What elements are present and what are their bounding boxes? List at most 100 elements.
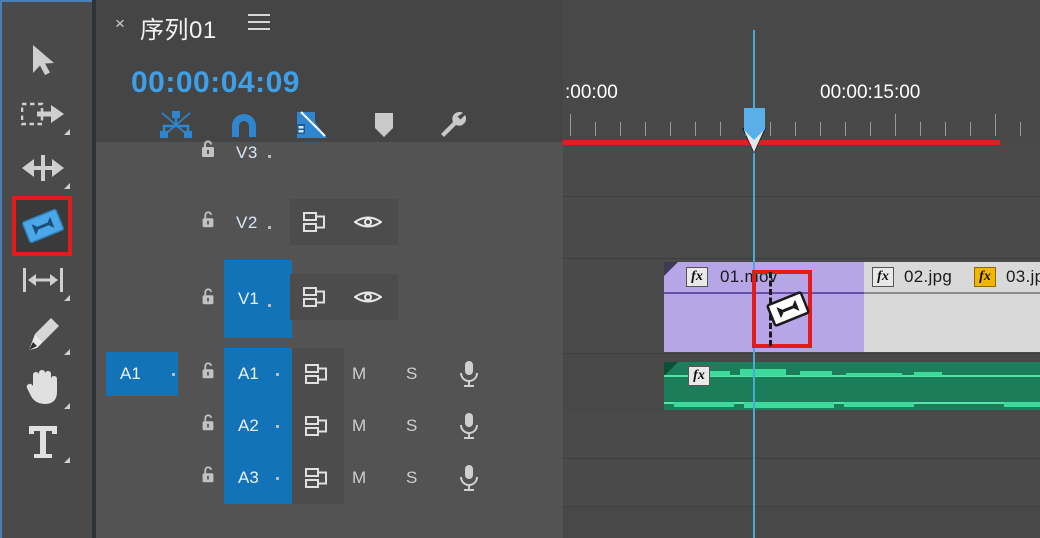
timeline-row-a3[interactable] [563, 459, 1040, 507]
tool-expand-corner-icon [64, 183, 70, 189]
hamburger-menu-icon[interactable] [248, 14, 270, 32]
track-header-a1[interactable]: A1 A1 M S [96, 348, 563, 400]
selection-tool[interactable] [10, 34, 76, 86]
track-target-a1[interactable]: A1 [224, 348, 292, 400]
solo-button-a3[interactable]: S [406, 468, 417, 488]
timeline-row-v3[interactable] [563, 145, 1040, 197]
fx-badge-01[interactable]: fx [686, 267, 708, 287]
track-dot [276, 477, 279, 480]
waveform-peak [800, 371, 832, 376]
track-toggle-group-v1 [290, 274, 398, 320]
hand-tool[interactable] [10, 362, 76, 414]
snap-magnet-icon[interactable] [224, 108, 264, 142]
sync-lock-icon-a1[interactable] [292, 348, 344, 400]
tools-panel [0, 0, 92, 538]
close-icon[interactable]: × [112, 15, 128, 32]
track-header-a3[interactable]: A3 M S [96, 452, 563, 504]
tool-expand-corner-icon [64, 349, 70, 355]
track-target-a2[interactable]: A2 [224, 400, 292, 452]
timeline-row-v2[interactable] [563, 197, 1040, 259]
fx-badge-03[interactable]: fx [974, 267, 996, 287]
clip-corner-icon [664, 262, 678, 276]
type-tool[interactable] [10, 416, 76, 468]
ruler-tick [1020, 122, 1021, 136]
playhead-handle[interactable] [744, 108, 765, 140]
timeline-track-area[interactable]: :00:00 00:00:15:00 fx 01.mov fx 02.jpg f… [563, 0, 1040, 538]
lock-icon[interactable] [200, 288, 216, 306]
lock-icon[interactable] [200, 140, 216, 158]
waveform-peak [1004, 402, 1040, 407]
lock-icon[interactable] [200, 362, 216, 380]
ripple-edit-tool[interactable] [10, 142, 76, 194]
rolling-edit-tool[interactable] [10, 254, 76, 306]
track-target-a3[interactable]: A3 [224, 452, 292, 504]
ruler-label-1: 00:00:15:00 [820, 82, 921, 103]
timeline-row-a2[interactable] [563, 413, 1040, 459]
linked-selection-icon[interactable] [292, 108, 332, 142]
waveform-peak [914, 372, 942, 376]
playhead-timecode[interactable]: 00:00:04:09 [131, 66, 300, 100]
clip-02-jpg[interactable]: fx 02.jpg [864, 262, 966, 352]
track-dot [268, 155, 271, 158]
slip-tool[interactable] [10, 200, 76, 252]
track-header-column: V3 V2 V1 A1 A1 M S A2 M S A3 M S [96, 140, 563, 538]
track-header-v3[interactable]: V3 [96, 140, 563, 194]
track-label-a1: A1 [238, 364, 259, 383]
hand-icon [26, 370, 57, 404]
sync-lock-icon-a2[interactable] [292, 400, 344, 452]
time-ruler[interactable]: :00:00 00:00:15:00 [563, 82, 1040, 140]
pen-tool[interactable] [10, 308, 76, 360]
sync-lock-icon-a3[interactable] [292, 452, 344, 504]
track-label-v2: V2 [236, 213, 258, 232]
track-header-v1[interactable]: V1 [96, 256, 563, 348]
mute-button-a1[interactable]: M [352, 364, 366, 384]
lock-icon[interactable] [200, 466, 216, 484]
ruler-tick [770, 122, 771, 136]
rolling-edit-icon [23, 268, 63, 292]
clip-03-jpg[interactable]: fx 03.jpg [966, 262, 1040, 352]
sync-lock-icon-v2[interactable] [290, 199, 342, 245]
timeline-settings-icon[interactable] [432, 108, 472, 142]
solo-button-a2[interactable]: S [406, 416, 417, 436]
source-patch-a1[interactable]: A1 [106, 352, 178, 396]
fx-badge-audio[interactable]: fx [688, 366, 710, 386]
eye-visibility-icon-v1[interactable] [342, 274, 394, 320]
fx-badge-02[interactable]: fx [872, 267, 894, 287]
clip-opacity-line[interactable] [966, 292, 1040, 294]
track-target-v1[interactable]: V1 [224, 260, 292, 338]
clip-label-03: 03.jpg [1006, 267, 1040, 286]
tab-sequence-title[interactable]: 序列01 [140, 10, 217, 45]
nest-sequence-icon[interactable] [156, 108, 196, 142]
mute-button-a3[interactable]: M [352, 468, 366, 488]
microphone-icon-a3[interactable] [458, 464, 480, 492]
add-marker-icon[interactable] [364, 108, 404, 142]
mute-button-a2[interactable]: M [352, 416, 366, 436]
sync-group-a3 [292, 452, 344, 504]
track-label-a3: A3 [238, 468, 259, 487]
microphone-icon-a2[interactable] [458, 412, 480, 440]
ruler-tick [695, 122, 696, 136]
waveform-peak [844, 402, 914, 407]
clip-opacity-line[interactable] [864, 292, 966, 294]
track-select-forward-tool[interactable] [10, 88, 76, 140]
clip-audio-01[interactable]: fx [664, 362, 1040, 410]
ruler-tick [970, 122, 971, 136]
lock-icon[interactable] [200, 211, 216, 229]
ruler-tick-major [570, 114, 571, 136]
track-header-a2[interactable]: A2 M S [96, 400, 563, 452]
waveform-peak [674, 402, 734, 407]
premiere-timeline-window: × 序列01 00:00:04:09 V3 V2 V1 A1 A1 M S A2… [0, 0, 1040, 538]
track-header-v2[interactable]: V2 [96, 194, 563, 256]
ripple-edit-icon [22, 155, 64, 181]
microphone-icon-a1[interactable] [458, 360, 480, 388]
ruler-tick [945, 122, 946, 136]
lock-icon[interactable] [200, 414, 216, 432]
eye-visibility-icon-v2[interactable] [342, 199, 394, 245]
solo-button-a1[interactable]: S [406, 364, 417, 384]
track-toggle-group-v2 [290, 199, 398, 245]
ruler-label-0: :00:00 [565, 82, 618, 103]
type-t-icon [29, 426, 57, 458]
sync-group-a2 [292, 400, 344, 452]
ruler-tick [870, 122, 871, 136]
sync-lock-icon-v1[interactable] [290, 274, 342, 320]
